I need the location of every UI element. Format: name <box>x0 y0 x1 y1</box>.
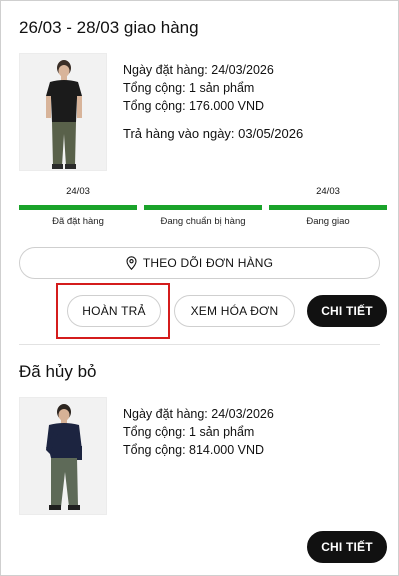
step-bar <box>19 205 137 210</box>
progress-step-preparing: Đang chuẩn bị hàng <box>144 185 262 227</box>
order-list: 26/03 - 28/03 giao hàng Ngày đặt hàng: 2… <box>0 0 399 576</box>
step-date: 24/03 <box>316 186 340 197</box>
step-label: Đang chuẩn bị hàng <box>160 216 246 227</box>
track-order-button[interactable]: THEO DÕI ĐƠN HÀNG <box>19 247 380 279</box>
order-divider <box>19 344 380 345</box>
order-info: Ngày đặt hàng: 24/03/2026 Tổng cộng: 1 s… <box>123 405 274 459</box>
order-detail-label: CHI TIẾT <box>321 304 373 318</box>
return-by-date: Trả hàng vào ngày: 03/05/2026 <box>123 126 304 141</box>
track-order-label: THEO DÕI ĐƠN HÀNG <box>142 256 274 270</box>
order-card-1: 26/03 - 28/03 giao hàng Ngày đặt hàng: 2… <box>19 1 387 346</box>
order-item-count: Tổng cộng: 1 sản phẩm <box>123 425 255 439</box>
step-date: 24/03 <box>66 186 90 197</box>
progress-step-shipping: 24/03 Đang giao <box>269 185 387 227</box>
step-label: Đã đặt hàng <box>52 216 104 227</box>
view-invoice-label: XEM HÓA ĐƠN <box>190 304 279 318</box>
order-item-count: Tổng cộng: 1 sản phẩm <box>123 81 255 95</box>
order-date: Ngày đặt hàng: 24/03/2026 <box>123 407 274 421</box>
order-status-title: Đã hủy bỏ <box>19 362 97 381</box>
step-label: Đang giao <box>306 216 350 227</box>
step-date <box>144 185 262 199</box>
order-detail-button[interactable]: CHI TIẾT <box>307 531 387 563</box>
return-label: HOÀN TRẢ <box>82 304 146 318</box>
order-detail-label: CHI TIẾT <box>321 540 373 554</box>
product-thumbnail[interactable] <box>19 397 107 515</box>
return-button[interactable]: HOÀN TRẢ <box>67 295 161 327</box>
product-thumbnail[interactable] <box>19 53 107 171</box>
order-total: Tổng cộng: 176.000 VND <box>123 99 265 113</box>
order-info: Ngày đặt hàng: 24/03/2026 Tổng cộng: 1 s… <box>123 61 303 143</box>
view-invoice-button[interactable]: XEM HÓA ĐƠN <box>174 295 295 327</box>
location-pin-icon <box>126 256 137 270</box>
delivery-progress: 24/03 Đã đặt hàng Đang chuẩn bị hàng 24/… <box>19 185 387 235</box>
order-date: Ngày đặt hàng: 24/03/2026 <box>123 63 274 77</box>
step-bar <box>144 205 262 210</box>
step-bar <box>269 205 387 210</box>
order-total: Tổng cộng: 814.000 VND <box>123 443 265 457</box>
product-model-image <box>20 54 106 170</box>
product-model-image <box>20 398 106 514</box>
progress-step-ordered: 24/03 Đã đặt hàng <box>19 185 137 227</box>
order-card-2: Đã hủy bỏ Ngày đặt hàng: 24/03/2026 Tổng… <box>19 346 387 576</box>
order-detail-button[interactable]: CHI TIẾT <box>307 295 387 327</box>
order-delivery-title: 26/03 - 28/03 giao hàng <box>19 18 199 37</box>
